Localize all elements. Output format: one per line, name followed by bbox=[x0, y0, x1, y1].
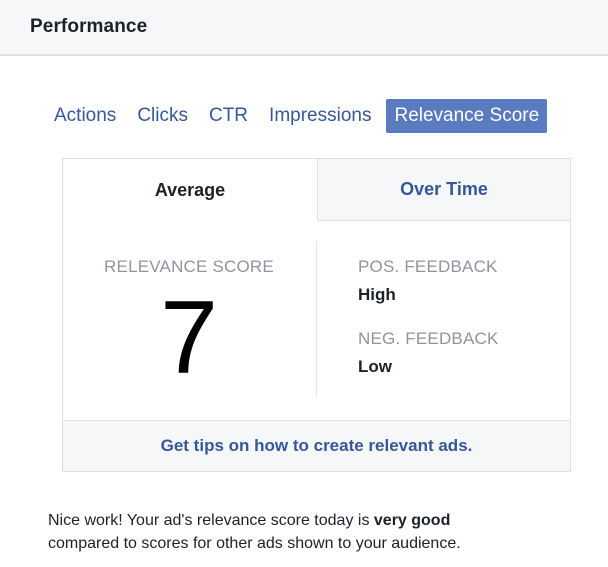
negative-feedback-value: Low bbox=[358, 357, 392, 376]
relevance-score-card: Average Over Time RELEVANCE SCORE 7 POS.… bbox=[62, 158, 571, 472]
tab-impressions[interactable]: Impressions bbox=[269, 99, 371, 133]
relevance-score-value: 7 bbox=[160, 280, 218, 396]
message-suffix: compared to scores for other ads shown t… bbox=[48, 535, 461, 552]
subtab-over-time[interactable]: Over Time bbox=[317, 159, 570, 221]
column-divider bbox=[316, 241, 317, 397]
subtab-average[interactable]: Average bbox=[63, 159, 317, 221]
message-prefix: Nice work! Your ad's relevance score tod… bbox=[48, 512, 374, 529]
performance-header: Performance bbox=[0, 0, 608, 56]
negative-feedback-label: NEG. FEEDBACK bbox=[358, 329, 499, 348]
positive-feedback-label: POS. FEEDBACK bbox=[358, 257, 498, 276]
positive-feedback-value: High bbox=[358, 285, 396, 304]
tab-relevance-score[interactable]: Relevance Score bbox=[386, 99, 548, 133]
card-footer: Get tips on how to create relevant ads. bbox=[63, 420, 570, 471]
tab-clicks[interactable]: Clicks bbox=[137, 99, 188, 133]
relevance-score-label: RELEVANCE SCORE bbox=[104, 257, 274, 276]
message-emphasis: very good bbox=[373, 512, 451, 529]
metric-tabs: Actions Clicks CTR Impressions Relevance… bbox=[54, 98, 548, 134]
view-subtabs: Average Over Time bbox=[63, 159, 570, 221]
tab-actions[interactable]: Actions bbox=[54, 99, 116, 133]
tab-ctr[interactable]: CTR bbox=[209, 99, 248, 133]
page-title: Performance bbox=[30, 16, 148, 37]
relevance-message: Nice work! Your ad's relevance score tod… bbox=[48, 509, 588, 555]
tips-link[interactable]: Get tips on how to create relevant ads. bbox=[161, 436, 473, 455]
